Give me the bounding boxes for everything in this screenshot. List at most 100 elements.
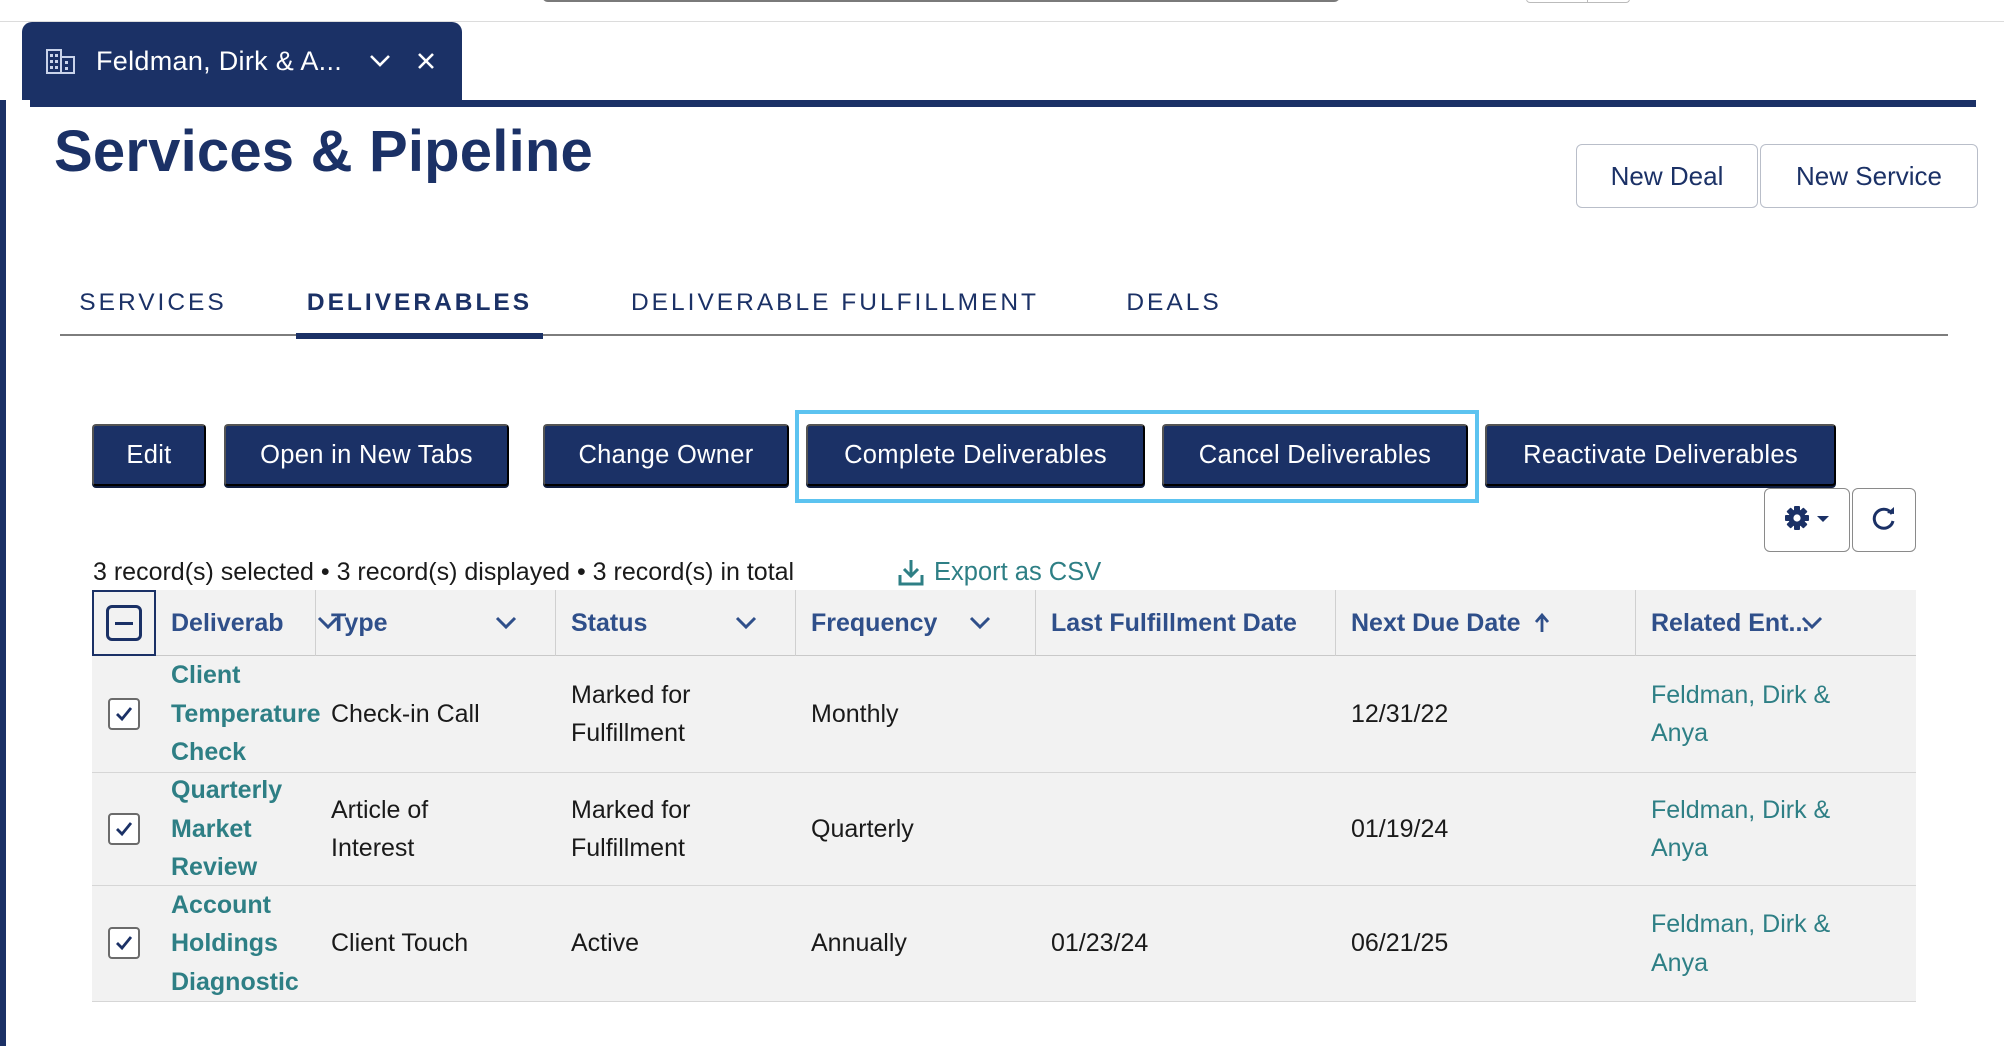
header-divider (30, 100, 1976, 107)
page-title: Services & Pipeline (54, 119, 593, 184)
new-service-button[interactable]: New Service (1760, 144, 1978, 208)
section-tabs: SERVICES DELIVERABLES DELIVERABLE FULFIL… (60, 270, 1948, 339)
column-header-deliverable-label: Deliverable... (171, 608, 283, 637)
tab-deals[interactable]: DEALS (1120, 270, 1228, 336)
name-line: Quarterly (171, 776, 283, 805)
column-header-last-fulfillment-label: Last Fulfillment Date (1051, 608, 1297, 637)
table-header: Deliverable... Type Status Frequency Las… (92, 590, 1916, 656)
cancel-deliverables-button[interactable]: Cancel Deliverables (1162, 424, 1468, 486)
type-cell: Check-in Call (316, 656, 556, 772)
type-cell: Client Touch (316, 886, 556, 1001)
header-button-group: New Deal New Service (1576, 144, 1978, 208)
chevron-down-icon[interactable] (968, 611, 992, 635)
status-cell: Active (556, 886, 796, 1001)
deliverables-table: Deliverable... Type Status Frequency Las… (92, 590, 1916, 1002)
next-due-cell: 12/31/22 (1351, 699, 1449, 728)
related-line: Anya (1651, 948, 1708, 977)
next-due-cell: 06/21/25 (1351, 929, 1449, 958)
deliverable-name-link[interactable]: Quarterly Market Review (156, 773, 336, 885)
workspace-tab-label: Feldman, Dirk & A... (96, 45, 343, 76)
reactivate-deliverables-button[interactable]: Reactivate Deliverables (1485, 424, 1836, 486)
frequency-cell: Quarterly (811, 814, 914, 843)
related-line: Feldman, Dirk & (1651, 795, 1831, 824)
name-line: Temperature (171, 699, 321, 728)
name-line: Account (171, 890, 271, 919)
address-bar-fragment (542, 0, 1340, 2)
left-accent-bar (0, 100, 6, 1046)
status-cell: Marked for Fulfillment (556, 773, 796, 885)
building-icon (46, 48, 76, 74)
type-line: Interest (331, 834, 415, 862)
edit-button[interactable]: Edit (92, 424, 206, 486)
column-header-status[interactable]: Status (556, 590, 796, 656)
deliverable-name-lines: Client Temperature Check (171, 656, 321, 772)
column-header-last-fulfillment-date[interactable]: Last Fulfillment Date (1036, 590, 1336, 656)
last-fulfillment-cell (1036, 773, 1336, 885)
gear-icon (1782, 503, 1832, 538)
column-header-frequency-label: Frequency (811, 608, 938, 637)
table-row[interactable]: Client Temperature Check Check-in Call M… (92, 656, 1916, 773)
arrow-up-icon (1530, 611, 1554, 635)
complete-deliverables-button[interactable]: Complete Deliverables (806, 424, 1145, 486)
name-line: Client (171, 661, 241, 690)
related-entity-link[interactable]: Feldman, Dirk & Anya (1636, 886, 1916, 1001)
column-header-related-label: Related Ent... (1651, 608, 1810, 637)
select-all-indeterminate-box (106, 605, 142, 641)
table-row[interactable]: Account Holdings Diagnostic Client Touch… (92, 886, 1916, 1002)
type-line: Check-in Call (331, 699, 480, 728)
column-header-next-due-label: Next Due Date (1351, 608, 1521, 637)
deliverable-name-link[interactable]: Client Temperature Check (156, 656, 321, 772)
settings-menu-button[interactable] (1764, 488, 1850, 552)
export-csv-link[interactable]: Export as CSV (896, 556, 1101, 588)
row-checkbox[interactable] (108, 813, 140, 845)
type-line: Client Touch (331, 929, 469, 958)
status-line: Marked for (571, 680, 691, 709)
related-line: Feldman, Dirk & (1651, 910, 1831, 938)
related-entity-link[interactable]: Feldman, Dirk & Anya (1636, 656, 1916, 772)
refresh-button[interactable] (1852, 488, 1916, 552)
column-header-related-entity[interactable]: Related Ent... (1636, 590, 1916, 656)
close-icon[interactable] (412, 47, 440, 75)
status-line: Active (571, 929, 640, 958)
download-icon (896, 557, 926, 587)
column-header-deliverable[interactable]: Deliverable... (156, 590, 339, 656)
select-all-checkbox[interactable] (92, 590, 156, 656)
tab-services[interactable]: SERVICES (60, 270, 246, 336)
row-checkbox[interactable] (108, 927, 140, 959)
frequency-cell: Monthly (811, 699, 899, 728)
chevron-down-icon[interactable] (1800, 611, 1824, 635)
status-cell: Marked for Fulfillment (556, 656, 796, 772)
record-summary: 3 record(s) selected • 3 record(s) displ… (93, 557, 795, 586)
last-fulfillment-cell (1036, 656, 1336, 772)
type-line: Article of (331, 795, 429, 824)
chevron-down-icon[interactable] (494, 611, 518, 635)
name-line: Diagnostic (171, 967, 299, 996)
workspace-tab[interactable]: Feldman, Dirk & A... (22, 22, 462, 100)
column-header-status-label: Status (571, 608, 648, 637)
related-line: Feldman, Dirk & (1651, 680, 1831, 709)
column-header-type-label: Type (331, 608, 388, 637)
chevron-down-icon[interactable] (734, 611, 758, 635)
new-deal-button[interactable]: New Deal (1576, 144, 1758, 208)
related-line: Anya (1651, 719, 1708, 747)
column-header-next-due-date[interactable]: Next Due Date (1336, 590, 1636, 656)
related-entity-link[interactable]: Feldman, Dirk & Anya (1636, 773, 1916, 885)
last-fulfillment-cell: 01/23/24 (1051, 929, 1149, 958)
next-due-cell: 01/19/24 (1351, 814, 1449, 843)
open-in-new-tabs-button[interactable]: Open in New Tabs (224, 424, 509, 486)
change-owner-button[interactable]: Change Owner (543, 424, 789, 486)
deliverable-name-link[interactable]: Account Holdings Diagnostic (156, 886, 316, 1001)
column-header-type[interactable]: Type (316, 590, 556, 656)
refresh-icon (1870, 504, 1898, 537)
tab-deliverables[interactable]: DELIVERABLES (296, 270, 543, 339)
frequency-cell: Annually (811, 929, 907, 958)
table-row[interactable]: Quarterly Market Review Article of Inter… (92, 773, 1916, 886)
row-checkbox[interactable] (108, 698, 140, 730)
status-line: Fulfillment (571, 719, 685, 747)
column-header-frequency[interactable]: Frequency (796, 590, 1036, 656)
related-line: Anya (1651, 834, 1708, 862)
tab-deliverable-fulfillment[interactable]: DELIVERABLE FULFILLMENT (630, 270, 1040, 336)
browser-top-strip (0, 0, 2004, 22)
toolbar-button-fragment (1526, 0, 1630, 3)
chevron-down-icon[interactable] (366, 47, 394, 75)
